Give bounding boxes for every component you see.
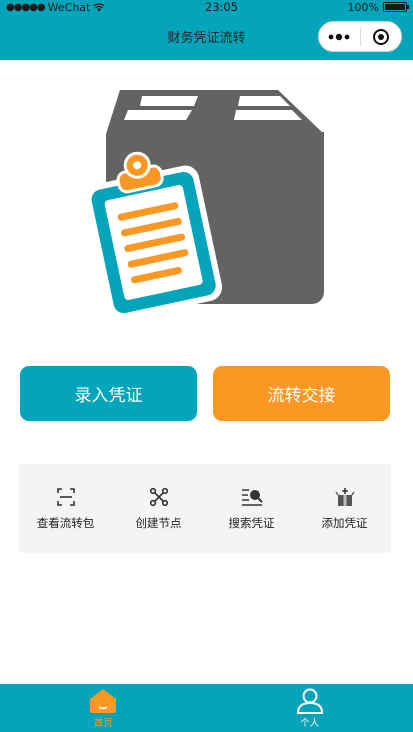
mini-program-capsule — [318, 21, 402, 52]
battery-icon — [383, 2, 409, 12]
view-transfer-package-button[interactable]: 查看流转包 — [19, 464, 112, 553]
wifi-icon — [93, 2, 106, 11]
search-voucher-button[interactable]: 搜索凭证 — [205, 464, 298, 553]
transfer-handover-button[interactable]: 流转交接 — [213, 366, 390, 421]
search-list-icon — [241, 486, 263, 508]
quick-actions-panel: 查看流转包 创建节点 搜索凭证 添加凭证 — [19, 464, 391, 553]
carrier-label: WeChat — [47, 0, 91, 14]
tab-label: 个人 — [300, 718, 320, 729]
nodes-icon — [148, 486, 170, 508]
battery-percent: 100% — [347, 0, 379, 14]
scan-icon — [55, 486, 77, 508]
tab-home[interactable]: 首页 — [0, 684, 207, 732]
close-mini-program-button[interactable] — [361, 22, 402, 51]
add-box-icon — [334, 486, 356, 508]
status-bar: ●●●●● WeChat 23:05 100% — [0, 0, 413, 14]
tab-profile[interactable]: 个人 — [207, 684, 413, 732]
target-icon — [372, 28, 389, 45]
action-label: 添加凭证 — [321, 516, 368, 530]
enter-voucher-button[interactable]: 录入凭证 — [20, 366, 197, 421]
create-node-button[interactable]: 创建节点 — [112, 464, 205, 553]
hero-illustration — [85, 90, 324, 316]
tab-label: 首页 — [93, 718, 113, 729]
add-voucher-button[interactable]: 添加凭证 — [298, 464, 391, 553]
action-label: 创建节点 — [135, 516, 182, 530]
more-dots-icon — [328, 33, 350, 40]
more-button[interactable] — [319, 22, 360, 51]
signal-dots-icon: ●●●●● — [6, 1, 46, 13]
status-time: 23:05 — [204, 0, 239, 14]
nav-bar: 财务凭证流转 — [0, 14, 413, 60]
home-icon — [90, 689, 117, 713]
user-icon — [296, 688, 323, 714]
action-label: 搜索凭证 — [228, 516, 275, 530]
action-label: 查看流转包 — [36, 516, 95, 530]
tab-bar: 首页 个人 — [0, 684, 413, 732]
